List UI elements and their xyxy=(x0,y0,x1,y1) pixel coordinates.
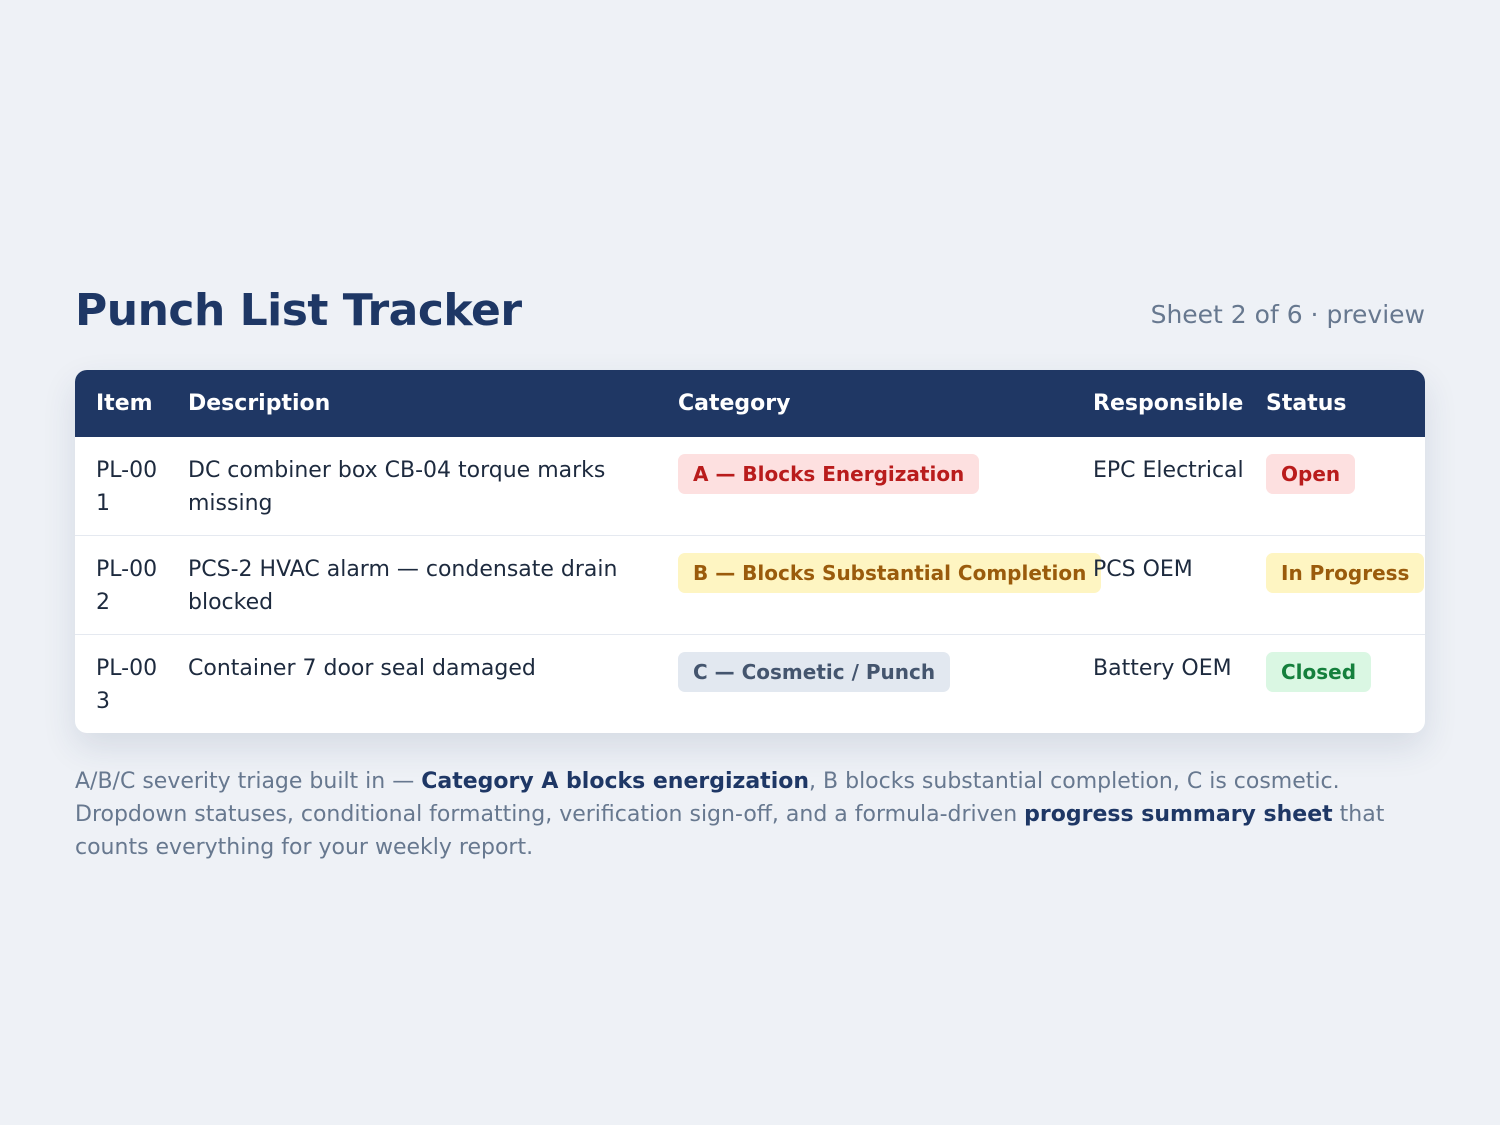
punch-list-table: Item Description Category Responsible St… xyxy=(75,370,1425,733)
sheet-indicator: Sheet 2 of 6 · preview xyxy=(1150,300,1425,329)
description-cell: Container 7 door seal damaged xyxy=(167,634,657,733)
category-cell: C — Cosmetic / Punch xyxy=(657,634,1072,733)
responsible-cell: PCS OEM xyxy=(1072,535,1245,635)
feature-description: A/B/C severity triage built in — Categor… xyxy=(75,765,1425,864)
category-badge[interactable]: A — Blocks Energization xyxy=(678,454,980,494)
status-badge[interactable]: Closed xyxy=(1266,652,1372,692)
column-header-item[interactable]: Item xyxy=(75,370,167,437)
status-badge[interactable]: Open xyxy=(1266,454,1356,494)
status-cell: Open xyxy=(1245,437,1425,536)
column-header-status[interactable]: Status xyxy=(1245,370,1425,437)
description-cell: DC combiner box CB-04 torque marks missi… xyxy=(188,458,606,516)
punch-list-panel: Punch List Tracker Sheet 2 of 6 · previe… xyxy=(75,278,1425,886)
column-header-category[interactable]: Category xyxy=(657,370,1072,437)
category-cell: B — Blocks Substantial Completion xyxy=(657,535,1102,635)
table-row[interactable]: PL-002 PCS-2 HVAC alarm — condensate dra… xyxy=(75,535,1425,635)
table-row[interactable]: PL-001 DC combiner box CB-04 torque mark… xyxy=(75,437,1425,536)
punch-list-table-card: Item Description Category Responsible St… xyxy=(75,370,1425,733)
status-cell: In Progress xyxy=(1245,535,1425,635)
footnote-text: A/B/C severity triage built in — xyxy=(75,769,422,794)
column-header-responsible[interactable]: Responsible xyxy=(1072,370,1245,437)
footnote-emphasis: Category A blocks energization xyxy=(421,769,810,794)
page-title: Punch List Tracker xyxy=(75,285,522,336)
item-id-cell: PL-002 xyxy=(75,535,167,635)
table-row[interactable]: PL-003 Container 7 door seal damaged C —… xyxy=(75,634,1425,733)
status-cell: Closed xyxy=(1245,634,1425,733)
description-cell: PCS-2 HVAC alarm — condensate drain bloc… xyxy=(167,535,657,635)
responsible-cell: Battery OEM xyxy=(1072,634,1245,733)
footnote-emphasis: progress summary sheet xyxy=(1024,802,1333,827)
column-header-description[interactable]: Description xyxy=(167,370,657,437)
item-id-cell: PL-001 xyxy=(96,458,158,516)
item-id-cell: PL-003 xyxy=(75,634,167,733)
category-badge[interactable]: C — Cosmetic / Punch xyxy=(678,652,951,692)
category-badge[interactable]: B — Blocks Substantial Completion xyxy=(678,553,1102,593)
page-header: Punch List Tracker Sheet 2 of 6 · previe… xyxy=(75,278,1425,340)
responsible-cell: EPC Electrical xyxy=(1093,458,1244,483)
table-header-row: Item Description Category Responsible St… xyxy=(75,370,1425,437)
status-badge[interactable]: In Progress xyxy=(1266,553,1425,593)
category-cell: A — Blocks Energization xyxy=(657,437,1072,536)
